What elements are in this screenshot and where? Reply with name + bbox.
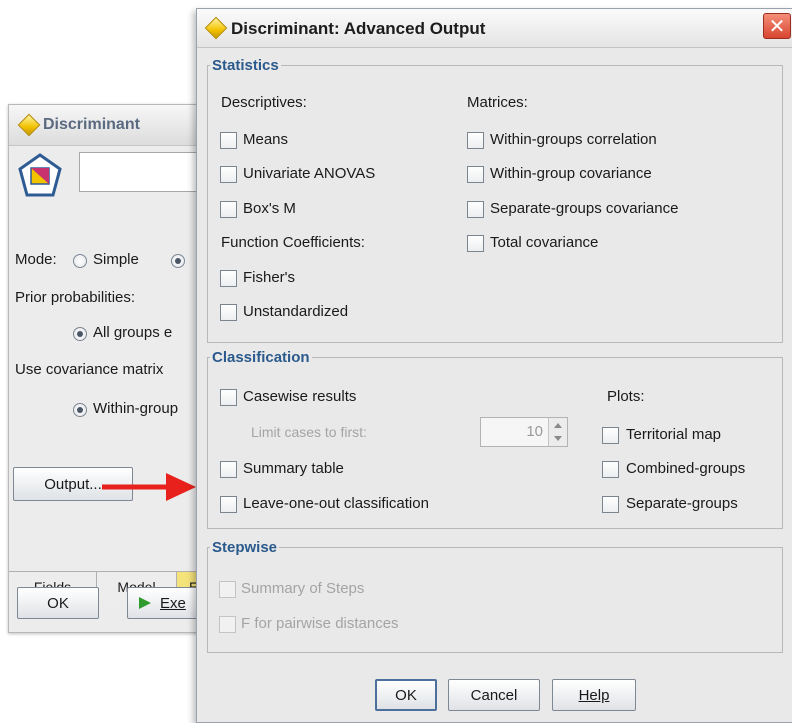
territorial-map-checkbox[interactable] (602, 427, 619, 444)
summary-table-label: Summary table (243, 460, 344, 477)
boxs-m-checkbox[interactable] (220, 201, 237, 218)
mode-simple-label: Simple (93, 251, 139, 268)
univariate-anovas-checkbox[interactable] (220, 166, 237, 183)
prior-probabilities-label: Prior probabilities: (15, 289, 136, 306)
total-covariance-label: Total covariance (490, 234, 599, 251)
unstandardized-checkbox[interactable] (220, 304, 237, 321)
separate-groups-checkbox[interactable] (602, 496, 619, 513)
limit-cases-stepper[interactable]: 10 (480, 417, 568, 447)
means-checkbox[interactable] (220, 132, 237, 149)
execute-button[interactable]: Exe (127, 587, 204, 619)
dialog-diamond-icon (204, 16, 228, 40)
summary-table-checkbox[interactable] (220, 461, 237, 478)
discriminant-node-icon (18, 153, 62, 197)
covariance-matrix-label: Use covariance matrix (15, 361, 164, 378)
cancel-button[interactable]: Cancel (448, 679, 540, 711)
total-covariance-checkbox[interactable] (467, 235, 484, 252)
fishers-checkbox[interactable] (220, 270, 237, 287)
close-button[interactable]: ✕ (763, 13, 791, 39)
function-coefficients-heading: Function Coefficients: (221, 234, 365, 251)
limit-cases-value: 10 (526, 423, 543, 440)
covariance-within-radio[interactable] (73, 403, 87, 417)
matrices-heading: Matrices: (467, 94, 528, 111)
stepper-arrows[interactable] (548, 418, 567, 446)
leave-one-out-label: Leave-one-out classification (243, 495, 429, 512)
prior-all-groups-label: All groups e (93, 324, 173, 341)
plots-heading: Plots: (607, 388, 645, 405)
advanced-output-dialog: Discriminant: Advanced Output ✕ Statisti… (196, 8, 792, 723)
node-name-field[interactable] (79, 152, 204, 192)
mode-simple-radio[interactable] (73, 254, 87, 268)
casewise-results-label: Casewise results (243, 388, 357, 405)
dialog-title-bar[interactable]: Discriminant: Advanced Output ✕ (197, 9, 792, 48)
mode-label: Mode: (15, 251, 57, 268)
summary-of-steps-checkbox[interactable] (219, 581, 236, 598)
within-groups-correlation-checkbox[interactable] (467, 132, 484, 149)
execute-label: Exe (160, 594, 186, 612)
bg-title-bar[interactable]: Discriminant (9, 105, 204, 146)
callout-arrow-icon (102, 473, 196, 501)
f-pairwise-checkbox[interactable] (219, 616, 236, 633)
means-label: Means (243, 131, 289, 148)
territorial-map-label: Territorial map (626, 426, 722, 443)
statistics-legend: Statistics (212, 57, 279, 74)
classification-legend: Classification (212, 349, 310, 366)
univariate-anovas-label: Univariate ANOVAS (243, 165, 376, 182)
separate-groups-label: Separate-groups (626, 495, 738, 512)
close-icon: ✕ (768, 15, 786, 38)
separate-groups-covariance-checkbox[interactable] (467, 201, 484, 218)
descriptives-heading: Descriptives: (221, 94, 307, 111)
bg-ok-button[interactable]: OK (17, 587, 99, 619)
help-button[interactable]: Help (552, 679, 636, 711)
within-group-covariance-label: Within-group covariance (490, 165, 652, 182)
node-diamond-icon (17, 113, 41, 137)
casewise-results-checkbox[interactable] (220, 389, 237, 406)
discriminant-node-window: Discriminant Mode: Simple Prior probabil… (8, 104, 205, 633)
prior-all-groups-radio[interactable] (73, 327, 87, 341)
spin-up-icon[interactable] (554, 423, 562, 428)
limit-cases-label: Limit cases to first: (251, 424, 367, 440)
f-pairwise-label: F for pairwise distances (241, 615, 399, 632)
summary-of-steps-label: Summary of Steps (241, 580, 365, 597)
spin-down-icon[interactable] (554, 436, 562, 441)
combined-groups-checkbox[interactable] (602, 461, 619, 478)
within-group-covariance-checkbox[interactable] (467, 166, 484, 183)
fishers-label: Fisher's (243, 269, 296, 286)
ok-button[interactable]: OK (375, 679, 437, 711)
leave-one-out-checkbox[interactable] (220, 496, 237, 513)
combined-groups-label: Combined-groups (626, 460, 746, 477)
mode-expert-radio[interactable] (171, 254, 185, 268)
unstandardized-label: Unstandardized (243, 303, 349, 320)
dialog-title: Discriminant: Advanced Output (231, 19, 486, 38)
bg-window-title: Discriminant (43, 116, 140, 133)
play-icon (139, 597, 151, 609)
stepwise-legend: Stepwise (212, 539, 278, 556)
within-groups-correlation-label: Within-groups correlation (490, 131, 657, 148)
covariance-within-label: Within-group (93, 400, 179, 417)
boxs-m-label: Box's M (243, 200, 296, 217)
separate-groups-covariance-label: Separate-groups covariance (490, 200, 679, 217)
